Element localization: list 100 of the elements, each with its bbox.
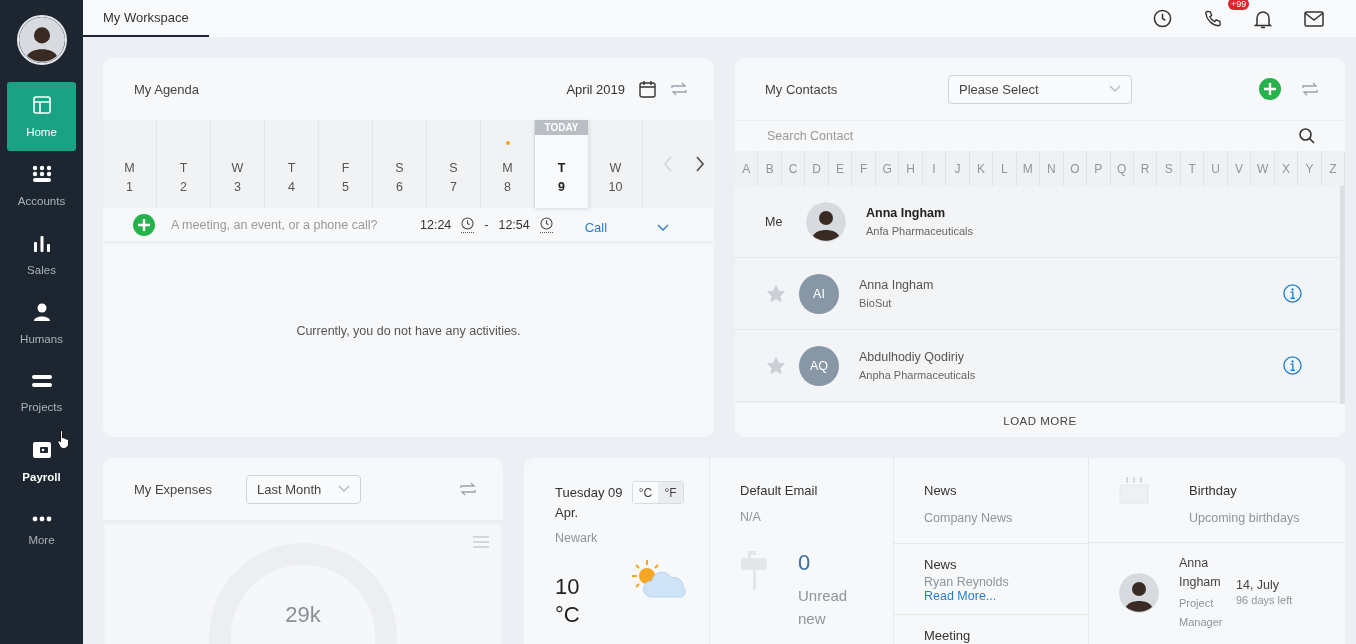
news-category: Company News (924, 511, 1014, 525)
news-title: News (924, 557, 958, 572)
sidebar-item[interactable]: Payroll (7, 427, 76, 496)
search-field[interactable]: Search Contact (765, 128, 1299, 144)
info-icon[interactable] (1283, 356, 1302, 375)
refresh-icon[interactable] (1301, 81, 1319, 97)
person-role: Project Manager (1179, 596, 1224, 630)
person-icon (32, 302, 51, 321)
day-number: 1 (126, 180, 133, 194)
day-number: 3 (234, 180, 241, 194)
clock-icon[interactable] (539, 216, 553, 230)
weekday-label: M (124, 161, 135, 175)
history-icon[interactable] (1153, 9, 1172, 28)
contact-company: Anpha Pharmaceuticals (859, 369, 977, 381)
day-number: 2 (180, 180, 187, 194)
time-separator: - (484, 217, 489, 232)
card-title: News (924, 483, 958, 498)
birthday-subtitle: Upcoming birthdays (1189, 511, 1300, 525)
news-text: Ryan Reynolds Read More... (924, 575, 1010, 603)
sidebar-item[interactable]: More (7, 496, 76, 565)
day-column[interactable]: M 1 (103, 120, 157, 208)
clock-icon[interactable] (461, 216, 475, 230)
day-number: 6 (396, 180, 403, 194)
weekday-label: T (287, 161, 296, 175)
me-label: Me (765, 214, 784, 229)
birthday-date: 14, July (1236, 578, 1281, 592)
initials-avatar: AI (799, 273, 839, 314)
user-avatar[interactable] (16, 15, 67, 65)
cake-icon (1119, 476, 1149, 504)
add-icon[interactable] (133, 213, 155, 236)
unread-count: 0 (798, 550, 812, 576)
hand-cursor-icon (57, 429, 71, 449)
weather-date: Tuesday 09 Apr. (555, 484, 624, 522)
weekday-label: T (557, 161, 566, 175)
event-dot (505, 141, 510, 145)
days-left: 96 days left (1236, 594, 1293, 606)
contact-name[interactable]: Anna Ingham (859, 278, 1283, 292)
search-icon[interactable] (1299, 128, 1315, 144)
card-title: Default Email (740, 483, 819, 498)
grid-icon (31, 164, 52, 183)
contact-name[interactable]: Anna Ingham (866, 206, 1340, 220)
start-time[interactable]: 12:24 (420, 217, 452, 232)
sidebar-item[interactable]: Sales (7, 220, 76, 289)
phone-icon[interactable] (1204, 9, 1222, 28)
today-label: TODAY (535, 120, 588, 135)
weekday-label: S (449, 161, 458, 175)
weekday-label: S (395, 161, 404, 175)
contact-company: BioSut (859, 297, 893, 309)
card-title: Birthday (1189, 483, 1238, 498)
person-avatar (1119, 573, 1159, 613)
chart-total: 29k (284, 602, 322, 628)
bar-chart-icon (32, 233, 51, 252)
day-number: 8 (504, 180, 511, 194)
calendar-icon[interactable] (639, 80, 656, 98)
add-contact-icon[interactable] (1259, 78, 1281, 100)
layout-icon (32, 95, 51, 114)
day-column[interactable]: T 2 (157, 120, 211, 208)
day-column[interactable]: W 3 (211, 120, 265, 208)
day-number: 5 (342, 180, 349, 194)
sidebar-item[interactable]: Humans (7, 289, 76, 358)
end-time[interactable]: 12:54 (498, 217, 530, 232)
activity-input[interactable]: A meeting, an event, or a phone call? (165, 217, 410, 232)
weekday-label: T (179, 161, 188, 175)
period-dropdown[interactable]: Last Month (246, 474, 361, 504)
card-title: My Expenses (134, 481, 214, 497)
unit-toggle[interactable]: °F (658, 482, 683, 503)
activity-type-dropdown[interactable]: Call (584, 214, 669, 235)
caret-icon (656, 223, 669, 232)
day-number: 9 (558, 180, 565, 194)
info-icon[interactable] (1283, 284, 1302, 303)
wallet-icon (31, 440, 52, 459)
weather-city: Newark (555, 531, 599, 545)
sidebar-item[interactable]: Projects (7, 358, 76, 427)
read-more-link[interactable]: Read More... (924, 589, 997, 603)
weekday-label: M (502, 161, 513, 175)
temperature-unit: °C (555, 603, 580, 627)
chevron-right-icon[interactable] (695, 156, 705, 172)
refresh-icon[interactable] (459, 481, 477, 497)
contact-name[interactable]: Abdulhodiy Qodiriy (859, 350, 1283, 364)
weekday-label: W (231, 161, 244, 175)
day-number: 4 (288, 180, 295, 194)
notification-badge: +99 (1228, 0, 1250, 10)
bell-icon[interactable] (1254, 8, 1272, 29)
contact-filter-dropdown[interactable]: Please Select (948, 74, 1132, 104)
contact-avatar (806, 201, 846, 242)
mail-icon[interactable] (1304, 10, 1324, 27)
day-column[interactable]: W 10 (589, 120, 643, 208)
day-number: 10 (608, 180, 623, 194)
day-column[interactable]: F 5 (319, 120, 373, 208)
sidebar-item[interactable]: Accounts (7, 151, 76, 220)
day-column[interactable]: S 6 (373, 120, 427, 208)
workspace-tab[interactable]: My Workspace (83, 0, 209, 37)
day-column[interactable]: TODAY T 9 (535, 120, 589, 208)
refresh-icon[interactable] (670, 81, 688, 97)
chevron-down-icon (338, 485, 350, 493)
avatar-silhouette (18, 17, 65, 63)
day-column[interactable]: S 7 (427, 120, 481, 208)
day-column[interactable]: T 4 (265, 120, 319, 208)
chevron-down-icon (1109, 85, 1121, 93)
sidebar-item[interactable]: Home (7, 82, 76, 151)
